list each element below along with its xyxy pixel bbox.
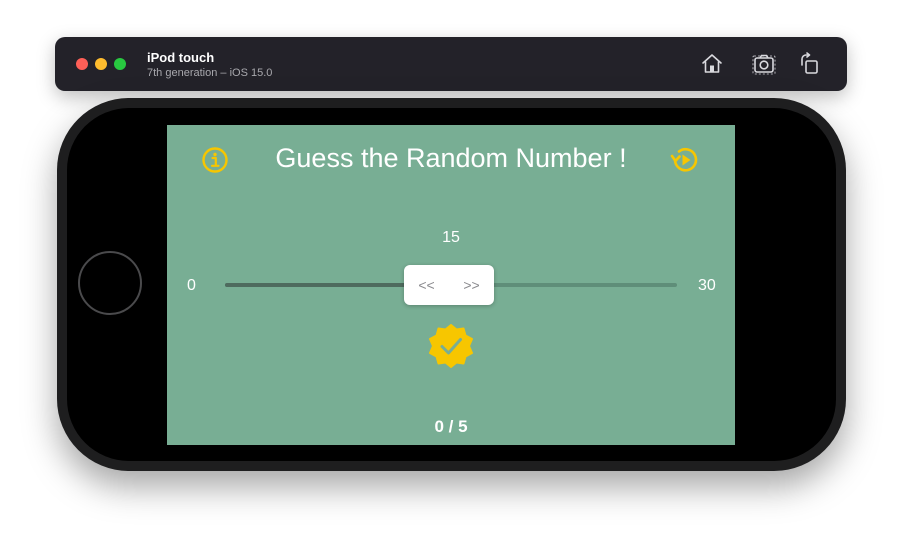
stage: iPod touch 7th generation – iOS 15.0 Gue… xyxy=(0,0,902,544)
thumb-right-arrows: >> xyxy=(463,277,480,293)
restart-icon[interactable] xyxy=(669,145,701,175)
simulator-titlebar: iPod touch 7th generation – iOS 15.0 xyxy=(55,37,847,91)
home-icon[interactable] xyxy=(700,52,724,76)
checkmark-seal-icon[interactable] xyxy=(429,324,473,368)
zoom-window-button[interactable] xyxy=(114,58,126,70)
device-name: iPod touch xyxy=(147,50,215,65)
slider-value-label: 15 xyxy=(442,229,460,246)
app-title: Guess the Random Number ! xyxy=(275,143,627,173)
score-label: 0 / 5 xyxy=(434,417,468,436)
minimize-window-button[interactable] xyxy=(95,58,107,70)
app-screen: Guess the Random Number ! 15 0 30 << >> … xyxy=(167,125,735,445)
slider-max-label: 30 xyxy=(698,277,716,294)
thumb-left-arrows: << xyxy=(418,277,435,293)
device-subtitle: 7th generation – iOS 15.0 xyxy=(147,67,273,79)
slider-thumb[interactable]: << >> xyxy=(404,265,494,305)
slider-min-label: 0 xyxy=(187,277,196,294)
rotate-icon[interactable] xyxy=(798,52,822,76)
screenshot-icon[interactable] xyxy=(752,52,776,76)
device-home-button[interactable] xyxy=(78,251,142,315)
close-window-button[interactable] xyxy=(76,58,88,70)
